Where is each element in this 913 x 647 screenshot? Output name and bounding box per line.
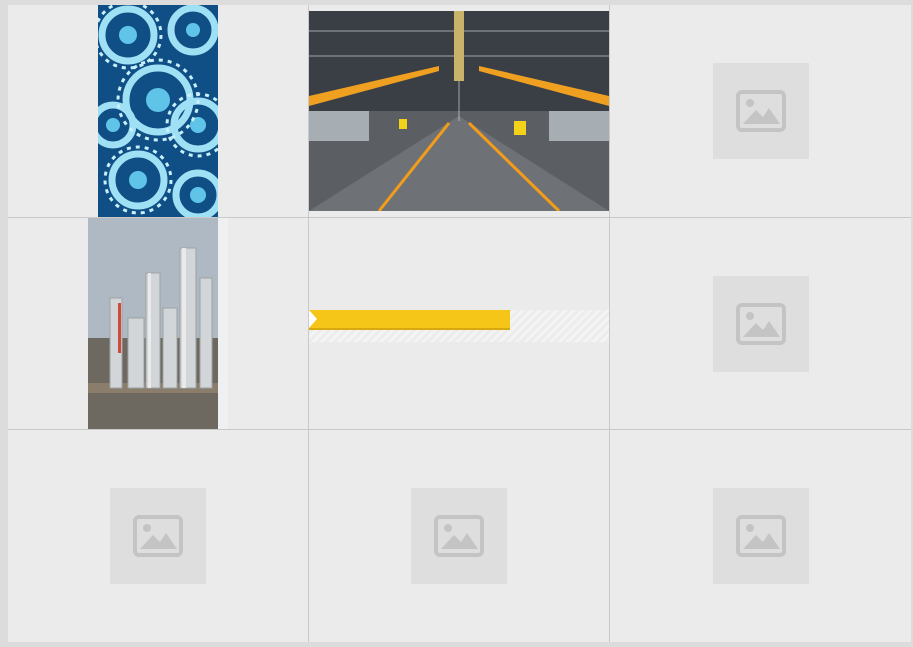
gears-image[interactable] [98,5,218,217]
grid-cell-placeholder-1[interactable] [610,5,911,218]
image-placeholder [712,488,809,584]
progress-track [309,310,609,342]
image-placeholder-icon [434,515,484,557]
image-placeholder-icon [133,515,183,557]
grid-cell-loading [309,218,610,430]
image-grid [8,5,911,642]
grid-cell-gears[interactable] [8,5,309,218]
gears-icon [98,5,218,217]
refinery-plant-icon [88,218,228,429]
image-placeholder [411,488,507,584]
progress-fill [309,310,510,330]
image-placeholder [712,275,809,372]
image-placeholder [712,63,809,159]
factory-image[interactable] [309,11,609,211]
refinery-image[interactable] [88,218,228,429]
image-placeholder-icon [735,515,786,557]
grid-cell-placeholder-3[interactable] [8,430,309,642]
grid-cell-placeholder-2[interactable] [610,218,911,430]
grid-cell-refinery[interactable] [8,218,309,430]
image-placeholder-icon [735,302,786,345]
grid-cell-placeholder-5[interactable] [610,430,911,642]
image-placeholder-icon [735,90,786,132]
image-placeholder [110,488,206,584]
grid-cell-placeholder-4[interactable] [309,430,610,642]
factory-assembly-line-icon [309,11,609,211]
grid-cell-factory[interactable] [309,5,610,218]
